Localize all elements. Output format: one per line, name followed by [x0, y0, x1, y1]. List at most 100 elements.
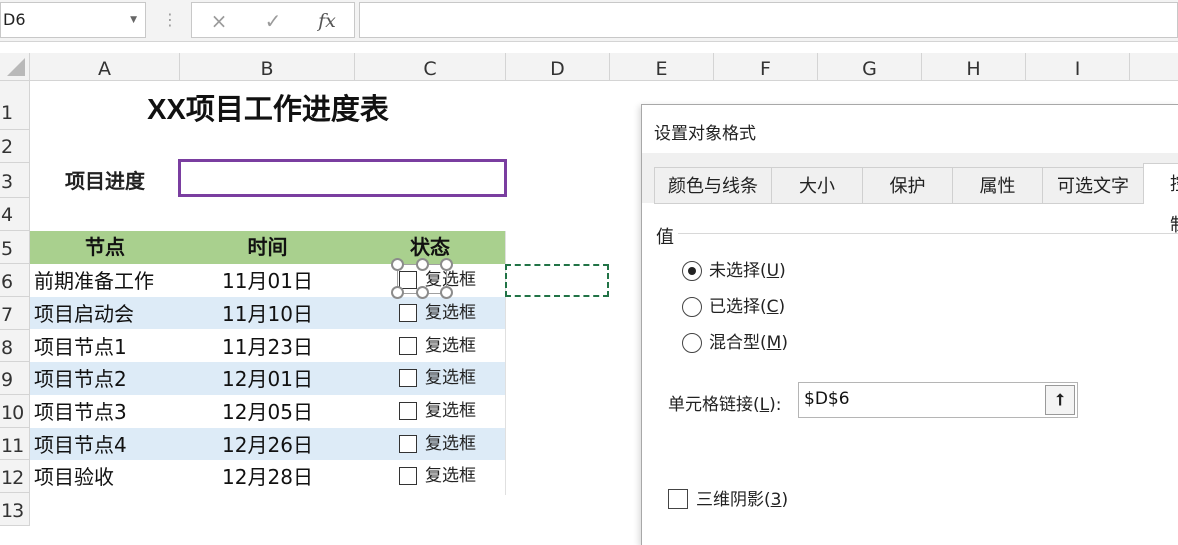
table-row: 项目节点4 12月26日 复选框	[30, 428, 505, 460]
table-header: 节点 时间 状态	[30, 231, 505, 264]
row-header-7[interactable]: 7	[0, 297, 30, 330]
column-header-a[interactable]: A	[30, 53, 180, 81]
radio-label: 未选择(U)	[709, 261, 786, 281]
cell-d6-marquee[interactable]	[505, 264, 609, 297]
row-header-11[interactable]: 11	[0, 428, 30, 460]
status-checkbox[interactable]: 复选框	[399, 302, 509, 324]
row-header-3[interactable]: 3	[0, 163, 30, 198]
cell-link-label: 单元格链接(L):	[668, 395, 782, 415]
column-header-b[interactable]: B	[180, 53, 355, 81]
table-row: 项目节点3 12月05日 复选框	[30, 395, 505, 428]
tab-alt-text[interactable]: 可选文字	[1042, 167, 1144, 204]
collapse-dialog-icon[interactable]: ⭡	[1045, 385, 1075, 415]
select-all-icon	[7, 58, 25, 76]
row-header-12[interactable]: 12	[0, 460, 30, 493]
enter-icon[interactable]: ✓	[258, 7, 288, 35]
checkbox-box[interactable]	[399, 435, 417, 453]
name-box[interactable]: D6 ▼	[0, 2, 146, 38]
table-row: 项目节点1 11月23日 复选框	[30, 330, 505, 362]
table-row: 前期准备工作 11月01日 复选框	[30, 264, 505, 296]
sheet-title: XX项目工作进度表	[147, 94, 389, 126]
checkbox-box[interactable]	[399, 402, 417, 420]
checkbox-box[interactable]	[399, 271, 417, 289]
row-header-2[interactable]: 2	[0, 130, 30, 163]
date-cell: 11月23日	[222, 335, 313, 359]
status-checkbox[interactable]: 复选框	[399, 367, 509, 389]
date-cell: 12月05日	[222, 400, 313, 424]
row-header-10[interactable]: 10	[0, 395, 30, 428]
select-all-corner[interactable]	[0, 53, 30, 81]
status-checkbox[interactable]: 复选框	[399, 400, 509, 422]
radio-label: 混合型(M)	[709, 333, 788, 353]
date-cell: 12月28日	[222, 465, 313, 489]
grip-icon: ⋮	[162, 10, 178, 29]
formula-bar: D6 ▼ ⋮ × ✓ fx	[0, 0, 1178, 42]
checkbox-label: 复选框	[425, 368, 476, 388]
radio-circle[interactable]	[682, 261, 702, 281]
status-checkbox[interactable]: 复选框	[399, 269, 509, 291]
cell-link-value: $D$6	[804, 389, 850, 409]
tab-colors-lines[interactable]: 颜色与线条	[654, 167, 772, 204]
checkbox-label: 复选框	[425, 466, 476, 486]
header-node: 节点	[85, 235, 125, 259]
row-header-9[interactable]: 9	[0, 362, 30, 395]
column-header-e[interactable]: E	[610, 53, 714, 81]
column-header-h[interactable]: H	[922, 53, 1026, 81]
insert-function-icon[interactable]: fx	[312, 7, 342, 35]
column-header-i[interactable]: I	[1026, 53, 1130, 81]
checkbox-label: 复选框	[425, 270, 476, 290]
column-header-d[interactable]: D	[506, 53, 610, 81]
node-cell: 项目节点1	[34, 335, 127, 359]
status-checkbox[interactable]: 复选框	[399, 335, 509, 357]
checkbox-box[interactable]	[399, 337, 417, 355]
progress-cell[interactable]	[178, 159, 507, 197]
checkbox-label: 三维阴影(3)	[696, 490, 789, 510]
tab-size[interactable]: 大小	[771, 167, 863, 204]
radio-circle[interactable]	[682, 297, 702, 317]
node-cell: 项目节点2	[34, 367, 127, 391]
value-group-divider	[678, 233, 1178, 234]
node-cell: 项目节点4	[34, 433, 127, 457]
progress-label: 项目进度	[65, 169, 145, 193]
cell-link-input[interactable]: $D$6 ⭡	[798, 382, 1078, 418]
tab-control[interactable]: 控制	[1143, 163, 1178, 236]
table-row: 项目启动会 11月10日 复选框	[30, 297, 505, 329]
tab-properties[interactable]: 属性	[952, 167, 1043, 204]
checkbox-box[interactable]	[668, 489, 688, 509]
row-header-1[interactable]: 1	[0, 81, 30, 130]
status-checkbox[interactable]: 复选框	[399, 465, 509, 487]
header-status: 状态	[410, 235, 450, 259]
column-header-j[interactable]	[1130, 53, 1178, 81]
checkbox-box[interactable]	[399, 467, 417, 485]
formula-input[interactable]	[359, 2, 1178, 38]
date-cell: 12月26日	[222, 433, 313, 457]
table-row: 项目验收 12月28日 复选框	[30, 460, 505, 493]
column-header-g[interactable]: G	[818, 53, 922, 81]
radio-circle[interactable]	[682, 333, 702, 353]
column-header-c[interactable]: C	[355, 53, 506, 81]
checkbox-label: 复选框	[425, 401, 476, 421]
checkbox-box[interactable]	[399, 369, 417, 387]
row-header-6[interactable]: 6	[0, 264, 30, 297]
cancel-icon[interactable]: ×	[204, 7, 234, 35]
row-header-13[interactable]: 13	[0, 493, 30, 526]
formula-buttons: × ✓ fx	[191, 2, 355, 38]
checkbox-box[interactable]	[399, 304, 417, 322]
tab-protection[interactable]: 保护	[862, 167, 953, 204]
row-header-5[interactable]: 5	[0, 231, 30, 264]
dialog-tabs: 颜色与线条 大小 保护 属性 可选文字 控制	[642, 153, 1178, 236]
status-checkbox[interactable]: 复选框	[399, 433, 509, 455]
date-cell: 11月10日	[222, 302, 313, 326]
column-header-f[interactable]: F	[714, 53, 818, 81]
checkbox-label: 复选框	[425, 336, 476, 356]
table-row: 项目节点2 12月01日 复选框	[30, 362, 505, 395]
name-box-value: D6	[3, 10, 26, 29]
chevron-down-icon[interactable]: ▼	[130, 3, 137, 37]
node-cell: 项目节点3	[34, 400, 127, 424]
header-time: 时间	[247, 235, 288, 259]
node-cell: 项目验收	[34, 465, 114, 489]
row-header-4[interactable]: 4	[0, 198, 30, 231]
date-cell: 11月01日	[222, 269, 313, 293]
row-header-8[interactable]: 8	[0, 330, 30, 362]
radio-selected-dot	[688, 267, 696, 275]
